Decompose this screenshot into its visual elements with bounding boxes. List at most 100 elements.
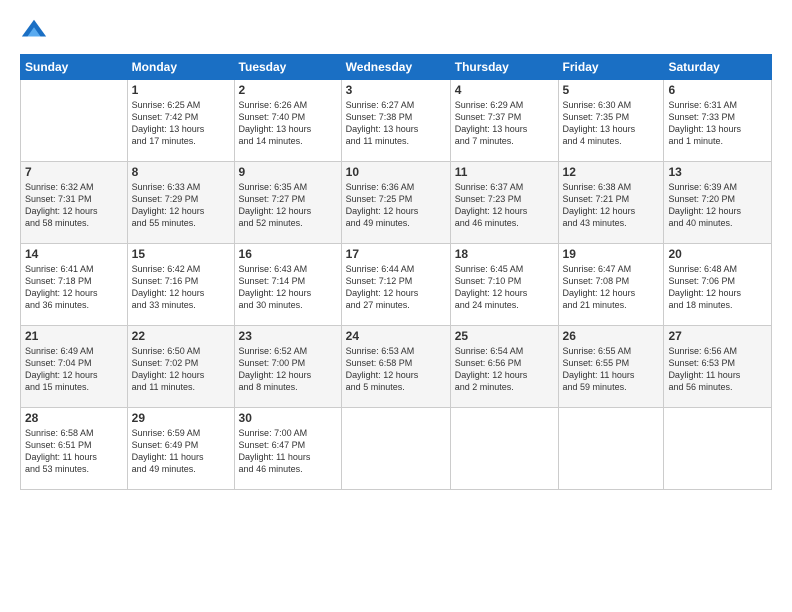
header-day-wednesday: Wednesday [341, 55, 450, 80]
calendar-cell: 24 Sunrise: 6:53 AM Sunset: 6:58 PM Dayli… [341, 326, 450, 408]
header [20, 16, 772, 44]
week-row-1: 7 Sunrise: 6:32 AM Sunset: 7:31 PM Daylig… [21, 162, 772, 244]
calendar-cell [341, 408, 450, 490]
calendar-cell [558, 408, 664, 490]
day-number: 11 [455, 165, 554, 179]
cell-info: Sunrise: 6:26 AM Sunset: 7:40 PM Dayligh… [239, 99, 337, 148]
header-day-saturday: Saturday [664, 55, 772, 80]
day-number: 27 [668, 329, 767, 343]
calendar-cell: 14 Sunrise: 6:41 AM Sunset: 7:18 PM Dayli… [21, 244, 128, 326]
cell-info: Sunrise: 6:44 AM Sunset: 7:12 PM Dayligh… [346, 263, 446, 312]
cell-info: Sunrise: 6:30 AM Sunset: 7:35 PM Dayligh… [563, 99, 660, 148]
calendar-cell: 19 Sunrise: 6:47 AM Sunset: 7:08 PM Dayli… [558, 244, 664, 326]
day-number: 3 [346, 83, 446, 97]
day-number: 9 [239, 165, 337, 179]
day-number: 17 [346, 247, 446, 261]
calendar-cell [450, 408, 558, 490]
logo-icon [20, 16, 48, 44]
cell-info: Sunrise: 6:53 AM Sunset: 6:58 PM Dayligh… [346, 345, 446, 394]
day-number: 2 [239, 83, 337, 97]
calendar-cell: 3Sunrise: 6:27 AM Sunset: 7:38 PM Daylig… [341, 80, 450, 162]
cell-info: Sunrise: 6:49 AM Sunset: 7:04 PM Dayligh… [25, 345, 123, 394]
week-row-2: 14 Sunrise: 6:41 AM Sunset: 7:18 PM Dayli… [21, 244, 772, 326]
header-day-friday: Friday [558, 55, 664, 80]
day-number: 15 [132, 247, 230, 261]
cell-info: Sunrise: 6:42 AM Sunset: 7:16 PM Dayligh… [132, 263, 230, 312]
day-number: 13 [668, 165, 767, 179]
calendar-cell: 29 Sunrise: 6:59 AM Sunset: 6:49 PM Dayli… [127, 408, 234, 490]
day-number: 20 [668, 247, 767, 261]
day-number: 19 [563, 247, 660, 261]
calendar-cell: 15 Sunrise: 6:42 AM Sunset: 7:16 PM Dayli… [127, 244, 234, 326]
calendar-cell: 26 Sunrise: 6:55 AM Sunset: 6:55 PM Dayli… [558, 326, 664, 408]
calendar-table: SundayMondayTuesdayWednesdayThursdayFrid… [20, 54, 772, 490]
cell-info: Sunrise: 6:31 AM Sunset: 7:33 PM Dayligh… [668, 99, 767, 148]
calendar-cell: 10 Sunrise: 6:36 AM Sunset: 7:25 PM Dayli… [341, 162, 450, 244]
day-number: 23 [239, 329, 337, 343]
week-row-0: 1 Sunrise: 6:25 AM Sunset: 7:42 PM Daylig… [21, 80, 772, 162]
calendar-cell: 23Sunrise: 6:52 AM Sunset: 7:00 PM Dayli… [234, 326, 341, 408]
day-number: 12 [563, 165, 660, 179]
calendar-cell: 22Sunrise: 6:50 AM Sunset: 7:02 PM Dayli… [127, 326, 234, 408]
day-number: 5 [563, 83, 660, 97]
cell-info: Sunrise: 7:00 AM Sunset: 6:47 PM Dayligh… [239, 427, 337, 476]
header-day-tuesday: Tuesday [234, 55, 341, 80]
calendar-cell: 13Sunrise: 6:39 AM Sunset: 7:20 PM Dayli… [664, 162, 772, 244]
calendar-cell: 25 Sunrise: 6:54 AM Sunset: 6:56 PM Dayli… [450, 326, 558, 408]
calendar-cell: 21 Sunrise: 6:49 AM Sunset: 7:04 PM Dayli… [21, 326, 128, 408]
calendar-cell: 5 Sunrise: 6:30 AM Sunset: 7:35 PM Daylig… [558, 80, 664, 162]
header-day-thursday: Thursday [450, 55, 558, 80]
calendar-cell: 6Sunrise: 6:31 AM Sunset: 7:33 PM Daylig… [664, 80, 772, 162]
day-number: 14 [25, 247, 123, 261]
cell-info: Sunrise: 6:38 AM Sunset: 7:21 PM Dayligh… [563, 181, 660, 230]
day-number: 7 [25, 165, 123, 179]
calendar-cell: 7 Sunrise: 6:32 AM Sunset: 7:31 PM Daylig… [21, 162, 128, 244]
week-row-4: 28 Sunrise: 6:58 AM Sunset: 6:51 PM Dayli… [21, 408, 772, 490]
cell-info: Sunrise: 6:47 AM Sunset: 7:08 PM Dayligh… [563, 263, 660, 312]
cell-info: Sunrise: 6:48 AM Sunset: 7:06 PM Dayligh… [668, 263, 767, 312]
cell-info: Sunrise: 6:45 AM Sunset: 7:10 PM Dayligh… [455, 263, 554, 312]
calendar-cell [21, 80, 128, 162]
cell-info: Sunrise: 6:59 AM Sunset: 6:49 PM Dayligh… [132, 427, 230, 476]
day-number: 21 [25, 329, 123, 343]
day-number: 25 [455, 329, 554, 343]
cell-info: Sunrise: 6:37 AM Sunset: 7:23 PM Dayligh… [455, 181, 554, 230]
day-number: 29 [132, 411, 230, 425]
day-number: 28 [25, 411, 123, 425]
calendar-cell: 8 Sunrise: 6:33 AM Sunset: 7:29 PM Daylig… [127, 162, 234, 244]
header-row: SundayMondayTuesdayWednesdayThursdayFrid… [21, 55, 772, 80]
day-number: 10 [346, 165, 446, 179]
cell-info: Sunrise: 6:55 AM Sunset: 6:55 PM Dayligh… [563, 345, 660, 394]
calendar-cell [664, 408, 772, 490]
day-number: 1 [132, 83, 230, 97]
day-number: 24 [346, 329, 446, 343]
calendar-cell: 16 Sunrise: 6:43 AM Sunset: 7:14 PM Dayli… [234, 244, 341, 326]
calendar-cell: 20 Sunrise: 6:48 AM Sunset: 7:06 PM Dayli… [664, 244, 772, 326]
calendar-body: 1 Sunrise: 6:25 AM Sunset: 7:42 PM Daylig… [21, 80, 772, 490]
calendar-cell: 9 Sunrise: 6:35 AM Sunset: 7:27 PM Daylig… [234, 162, 341, 244]
day-number: 18 [455, 247, 554, 261]
cell-info: Sunrise: 6:32 AM Sunset: 7:31 PM Dayligh… [25, 181, 123, 230]
cell-info: Sunrise: 6:33 AM Sunset: 7:29 PM Dayligh… [132, 181, 230, 230]
header-day-sunday: Sunday [21, 55, 128, 80]
cell-info: Sunrise: 6:58 AM Sunset: 6:51 PM Dayligh… [25, 427, 123, 476]
calendar-cell: 4Sunrise: 6:29 AM Sunset: 7:37 PM Daylig… [450, 80, 558, 162]
calendar-cell: 11 Sunrise: 6:37 AM Sunset: 7:23 PM Dayli… [450, 162, 558, 244]
logo [20, 16, 50, 44]
cell-info: Sunrise: 6:36 AM Sunset: 7:25 PM Dayligh… [346, 181, 446, 230]
cell-info: Sunrise: 6:43 AM Sunset: 7:14 PM Dayligh… [239, 263, 337, 312]
calendar-cell: 17 Sunrise: 6:44 AM Sunset: 7:12 PM Dayli… [341, 244, 450, 326]
cell-info: Sunrise: 6:54 AM Sunset: 6:56 PM Dayligh… [455, 345, 554, 394]
cell-info: Sunrise: 6:25 AM Sunset: 7:42 PM Dayligh… [132, 99, 230, 148]
day-number: 26 [563, 329, 660, 343]
day-number: 8 [132, 165, 230, 179]
cell-info: Sunrise: 6:35 AM Sunset: 7:27 PM Dayligh… [239, 181, 337, 230]
cell-info: Sunrise: 6:56 AM Sunset: 6:53 PM Dayligh… [668, 345, 767, 394]
cell-info: Sunrise: 6:29 AM Sunset: 7:37 PM Dayligh… [455, 99, 554, 148]
calendar-cell: 18 Sunrise: 6:45 AM Sunset: 7:10 PM Dayli… [450, 244, 558, 326]
day-number: 30 [239, 411, 337, 425]
calendar-cell: 27 Sunrise: 6:56 AM Sunset: 6:53 PM Dayli… [664, 326, 772, 408]
calendar-cell: 12 Sunrise: 6:38 AM Sunset: 7:21 PM Dayli… [558, 162, 664, 244]
day-number: 16 [239, 247, 337, 261]
cell-info: Sunrise: 6:41 AM Sunset: 7:18 PM Dayligh… [25, 263, 123, 312]
